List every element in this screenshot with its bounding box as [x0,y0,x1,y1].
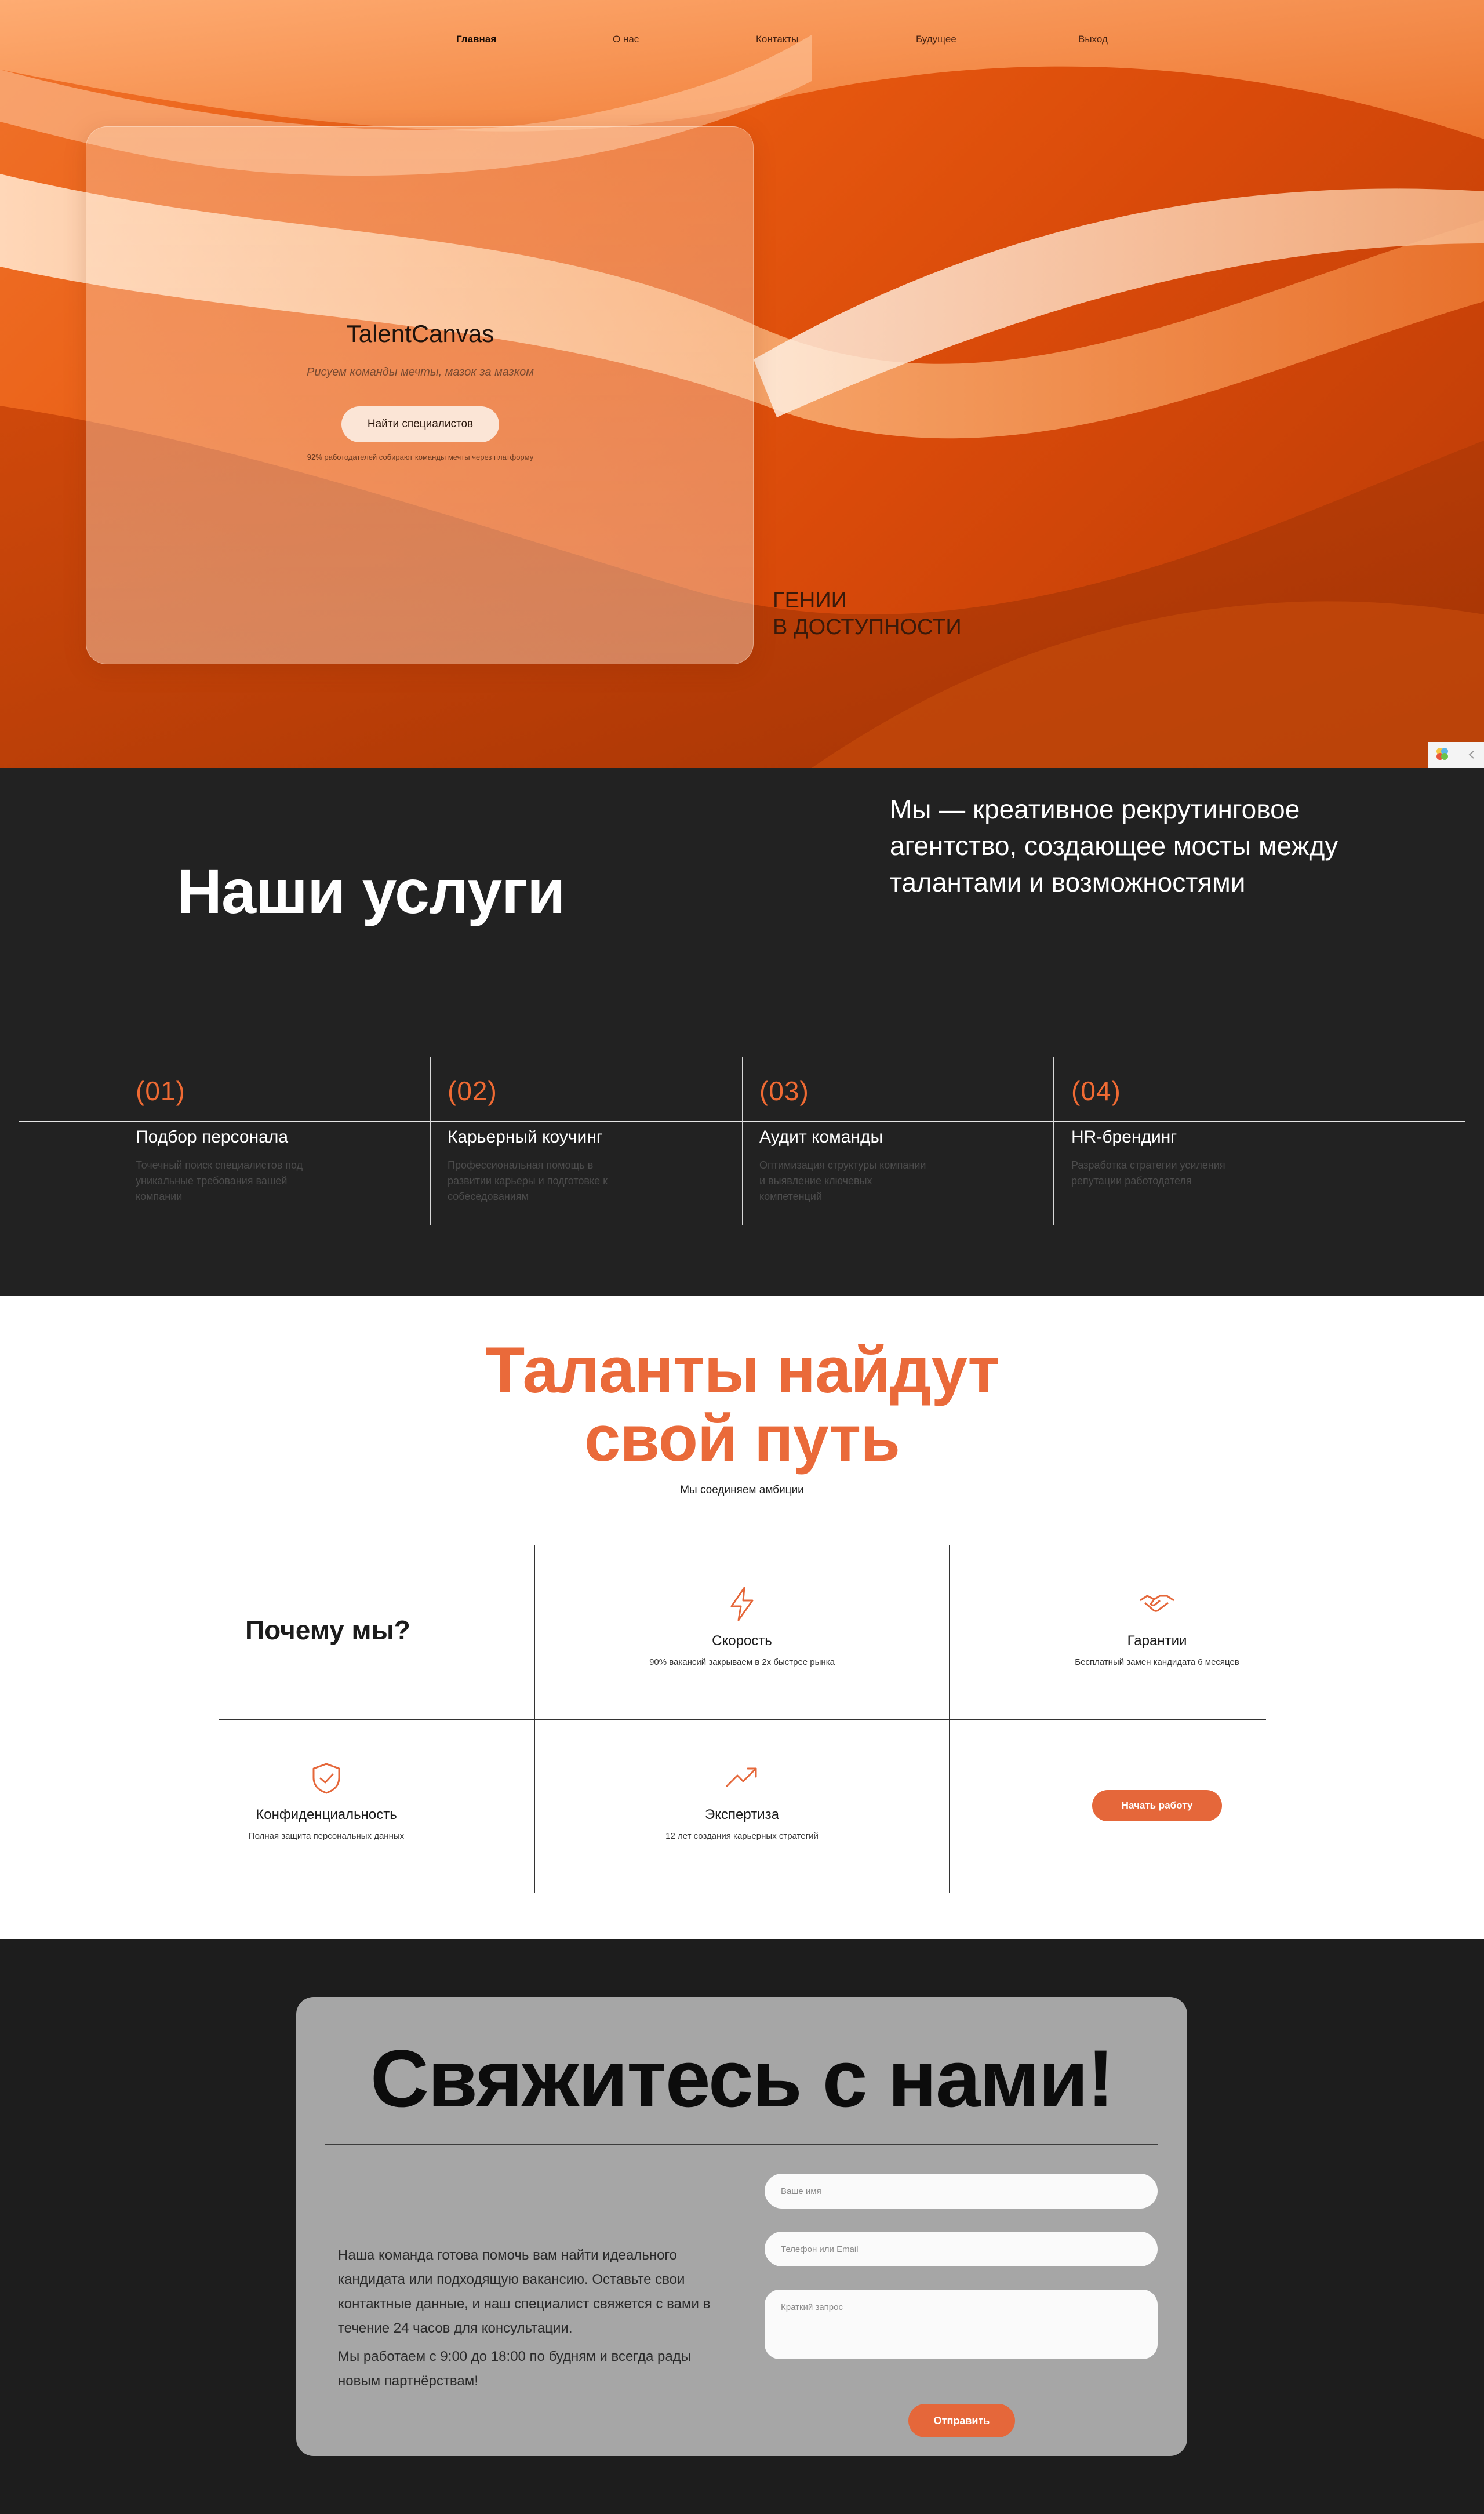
contact-card: Свяжитесь с нами! Наша команда готова по… [296,1997,1187,2456]
hero-glass-card: TalentCanvas Рисуем команды мечты, мазок… [86,126,754,664]
feature-title: Скорость [712,1633,772,1649]
feature-title: Экспертиза [705,1807,779,1822]
service-title: HR-брендинг [1071,1127,1177,1147]
grid-vertical-line [949,1545,950,1893]
service-separator [742,1057,743,1225]
agency-about: Мы — креативное рекрутинговое агентство,… [890,794,1338,897]
services-section: Наши услуги Мы — креативное рекрутингово… [0,768,1484,1296]
service-number: (04) [1071,1076,1121,1106]
talents-headline: Таланты найдут свой путь [0,1336,1484,1473]
service-number: (01) [136,1076,186,1106]
contact-hours-paragraph: Мы работаем с 9:00 до 18:00 по будням и … [338,2349,691,2389]
shield-check-icon [312,1763,340,1794]
genius-line-2: В ДОСТУПНОСТИ [773,615,962,639]
pinwheel-icon [1436,748,1448,760]
headline-line-2: свой путь [584,1402,900,1475]
service-separator [430,1057,431,1225]
lightning-icon [730,1587,754,1621]
feature-guarantee: Гарантии Бесплатный замен кандидата 6 ме… [983,1585,1331,1667]
feature-description: 12 лет создания карьерных стратегий [665,1831,819,1841]
service-separator [1053,1057,1054,1225]
name-field[interactable] [765,2174,1158,2209]
why-us-section: Таланты найдут свой путь Мы соединяем ам… [0,1296,1484,1939]
nav-about[interactable]: О нас [613,34,639,45]
service-number: (03) [759,1076,809,1106]
hero-section: Главная О нас Контакты Будущее Выход Tal… [0,0,1484,768]
contact-paragraph: Наша команда готова помочь вам найти иде… [338,2247,711,2336]
talents-subtitle: Мы соединяем амбиции [680,1484,804,1496]
request-field[interactable] [765,2290,1158,2359]
why-us-heading: Почему мы? [245,1615,410,1645]
feature-description: 90% вакансий закрываем в 2х быстрее рынк… [649,1657,835,1667]
corner-widget[interactable] [1428,742,1484,768]
service-description: Профессиональная помощь в развитии карье… [448,1159,608,1202]
feature-title: Гарантии [1127,1633,1187,1649]
grid-horizontal-line [219,1719,1266,1720]
contact-divider [325,2144,1158,2145]
service-number: (02) [448,1076,497,1106]
service-card[interactable]: (03) Аудит команды Оптимизация структуры… [759,1075,1038,1205]
service-description: Оптимизация структуры компании и выявлен… [759,1159,926,1202]
feature-expertise: Экспертиза 12 лет создания карьерных стр… [568,1759,916,1841]
grid-vertical-line [534,1545,535,1893]
services-heading: Наши услуги [177,856,566,926]
service-description: Разработка стратегии усиления репутации … [1071,1159,1225,1187]
service-card[interactable]: (04) HR-брендинг Разработка стратегии ус… [1071,1075,1350,1189]
genius-line-1: ГЕНИИ [773,588,847,613]
service-description: Точечный поиск специалистов под уникальн… [136,1159,303,1202]
handshake-icon [1140,1595,1174,1612]
phone-email-field[interactable] [765,2232,1158,2266]
contact-heading: Свяжитесь с нами! [370,2033,1114,2124]
send-button[interactable]: Отправить [908,2404,1015,2437]
top-navigation: Главная О нас Контакты Будущее Выход [0,34,1484,51]
feature-privacy: Конфиденциальность Полная защита персона… [152,1759,500,1841]
contact-section: Свяжитесь с нами! Наша команда готова по… [0,1939,1484,2514]
headline-line-1: Таланты найдут [485,1334,999,1406]
find-specialists-button[interactable]: Найти специалистов [341,406,499,442]
trending-up-icon [726,1767,757,1787]
service-title: Карьерный коучинг [448,1127,603,1147]
nav-contacts[interactable]: Контакты [756,34,798,45]
nav-future[interactable]: Будущее [916,34,956,45]
hero-stat-note: 92% работодателей собирают команды мечты… [307,453,534,461]
feature-description: Бесплатный замен кандидата 6 месяцев [1075,1657,1239,1667]
feature-speed: Скорость 90% вакансий закрываем в 2х быс… [568,1585,916,1667]
brand-name: TalentCanvas [346,320,494,347]
hero-tagline: Рисуем команды мечты, мазок за мазком [306,366,534,379]
nav-logout[interactable]: Выход [1078,34,1108,45]
genius-caption: ГЕНИИ В ДОСТУПНОСТИ [773,587,962,641]
service-title: Подбор персонала [136,1127,289,1147]
service-title: Аудит команды [759,1127,883,1147]
service-card[interactable]: (02) Карьерный коучинг Профессиональная … [448,1075,726,1205]
feature-title: Конфиденциальность [256,1807,397,1822]
start-work-button[interactable]: Начать работу [1092,1790,1222,1821]
feature-description: Полная защита персональных данных [248,1831,405,1841]
nav-home[interactable]: Главная [456,34,496,45]
service-card[interactable]: (01) Подбор персонала Точечный поиск спе… [136,1075,414,1205]
chevron-left-icon [1468,751,1474,759]
